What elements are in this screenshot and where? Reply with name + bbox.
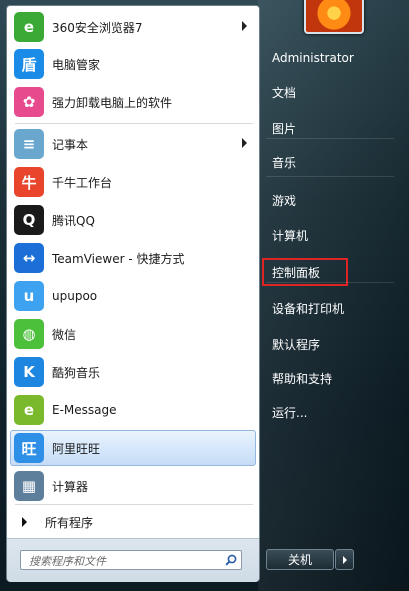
shutdown-options-button[interactable] xyxy=(335,549,354,570)
shortcut-item[interactable]: 音乐 xyxy=(262,148,348,176)
upupoo-icon: u xyxy=(14,281,44,311)
program-label: 阿里旺旺 xyxy=(52,441,101,456)
program-item[interactable]: e 360安全浏览器7 xyxy=(10,9,256,45)
program-label: upupoo xyxy=(52,289,98,303)
program-item[interactable]: K 酷狗音乐 xyxy=(10,354,256,390)
kugou-icon: K xyxy=(14,357,44,387)
shortcut-item[interactable]: 文档 xyxy=(262,78,348,106)
uninstall-icon: ✿ xyxy=(14,87,44,117)
separator xyxy=(266,176,394,177)
shutdown-button[interactable]: 关机 xyxy=(266,549,334,570)
program-item[interactable]: ✿ 强力卸载电脑上的软件 xyxy=(10,84,256,120)
programs-pane: e 360安全浏览器7 盾电脑管家 ✿ 强力卸载电脑上的软件 ≡ 记事本牛千牛工作台 Q 腾讯Q… xyxy=(6,5,260,582)
separator xyxy=(266,138,394,139)
search-input[interactable] xyxy=(27,552,221,570)
shortcut-item[interactable]: Administrator xyxy=(262,44,354,72)
program-label: TeamViewer - 快捷方式 xyxy=(52,251,185,266)
program-label: 记事本 xyxy=(52,137,89,152)
emessage-icon: e xyxy=(14,395,44,425)
program-item[interactable]: 盾电脑管家 xyxy=(10,46,256,82)
submenu-arrow-icon[interactable] xyxy=(242,21,247,31)
notepad-icon: ≡ xyxy=(14,129,44,159)
calculator-icon: ▦ xyxy=(14,471,44,501)
program-item[interactable]: ▦ 计算器 xyxy=(10,468,256,504)
shortcut-item[interactable]: 游戏 xyxy=(262,186,348,214)
all-programs-label: 所有程序 xyxy=(45,515,94,530)
all-programs-button[interactable]: 所有程序 xyxy=(10,509,256,535)
wechat-icon: ◍ xyxy=(14,319,44,349)
shutdown-label: 关机 xyxy=(287,553,312,567)
user-avatar[interactable] xyxy=(304,0,364,34)
program-item[interactable]: 牛千牛工作台 xyxy=(10,164,256,200)
shortcut-item[interactable]: 设备和打印机 xyxy=(262,294,348,322)
shield-icon: 盾 xyxy=(14,49,44,79)
program-label: 腾讯QQ xyxy=(52,213,95,228)
shortcut-item[interactable]: 帮助和支持 xyxy=(262,364,348,392)
start-menu: e 360安全浏览器7 盾电脑管家 ✿ 强力卸载电脑上的软件 ≡ 记事本牛千牛工作台 Q 腾讯Q… xyxy=(0,0,409,591)
program-label: 360安全浏览器7 xyxy=(52,20,143,35)
teamviewer-icon: ↔ xyxy=(14,243,44,273)
shortcut-item[interactable]: 计算机 xyxy=(262,221,348,249)
program-item[interactable]: ↔ TeamViewer - 快捷方式 xyxy=(10,240,256,276)
program-label: 电脑管家 xyxy=(52,57,101,72)
search-icon[interactable] xyxy=(225,554,237,566)
program-label: 千牛工作台 xyxy=(52,175,113,190)
separator xyxy=(15,123,253,124)
expand-arrow-icon xyxy=(22,517,27,527)
program-label: 微信 xyxy=(52,327,77,342)
browser-360-icon: e xyxy=(14,12,44,42)
aliwangwang-icon: 旺 xyxy=(14,433,44,463)
shortcut-item[interactable]: 运行... xyxy=(262,398,348,426)
program-item[interactable]: ≡ 记事本 xyxy=(10,126,256,162)
program-label: E-Message xyxy=(52,403,117,417)
program-item[interactable]: ◍ 微信 xyxy=(10,316,256,352)
program-item[interactable]: Q 腾讯QQ xyxy=(10,202,256,238)
submenu-arrow-icon[interactable] xyxy=(242,138,247,148)
qianniu-icon: 牛 xyxy=(14,167,44,197)
program-item[interactable]: 旺阿里旺旺 xyxy=(10,430,256,466)
search-area xyxy=(7,538,259,582)
program-item[interactable]: u upupoo xyxy=(10,278,256,314)
search-box[interactable] xyxy=(20,550,242,570)
shortcut-item[interactable]: 默认程序 xyxy=(262,330,348,358)
chevron-right-icon xyxy=(342,555,347,564)
qq-penguin-icon: Q xyxy=(14,205,44,235)
separator xyxy=(15,504,253,505)
program-label: 强力卸载电脑上的软件 xyxy=(52,95,173,110)
program-item[interactable]: e E-Message xyxy=(10,392,256,428)
separator xyxy=(266,282,394,283)
program-label: 酷狗音乐 xyxy=(52,365,101,380)
program-label: 计算器 xyxy=(52,479,89,494)
